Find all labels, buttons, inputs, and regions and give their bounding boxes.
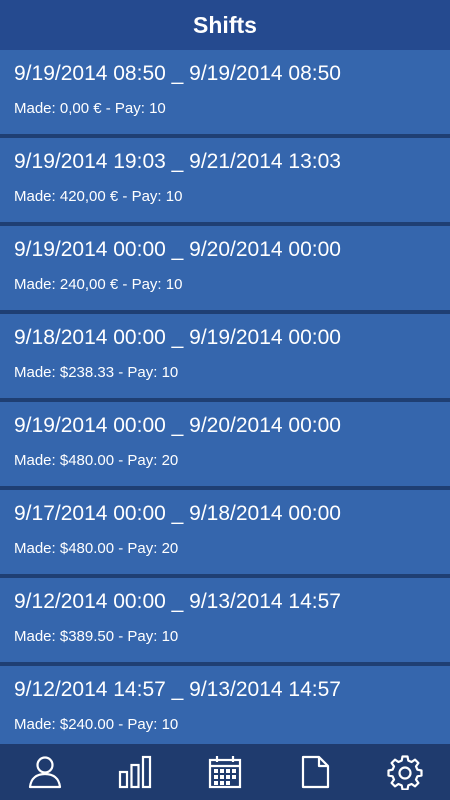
calendar-icon (208, 756, 242, 789)
shift-dates: 9/17/2014 00:00 _ 9/18/2014 00:00 (14, 502, 341, 525)
document-icon (301, 755, 330, 789)
shifts-list[interactable]: 9/19/2014 08:50 _ 9/19/2014 08:50 Made: … (0, 50, 450, 744)
app-header: Shifts (0, 0, 450, 50)
shift-earnings: Made: $238.33 - Pay: 10 (14, 364, 179, 381)
shift-dates: 9/12/2014 00:00 _ 9/13/2014 14:57 (14, 590, 341, 613)
nav-document-button[interactable] (285, 744, 345, 800)
settings-gear-icon (387, 755, 423, 790)
shift-dates: 9/19/2014 19:03 _ 9/21/2014 13:03 (14, 150, 341, 173)
shift-earnings: Made: 240,00 € - Pay: 10 (14, 276, 183, 293)
page-title: Shifts (193, 11, 257, 38)
shift-row[interactable]: 9/12/2014 00:00 _ 9/13/2014 14:57 Made: … (0, 578, 450, 666)
shift-earnings: Made: $480.00 - Pay: 20 (14, 540, 179, 557)
shift-row[interactable]: 9/18/2014 00:00 _ 9/19/2014 00:00 Made: … (0, 314, 450, 402)
shift-row[interactable]: 9/17/2014 00:00 _ 9/18/2014 00:00 Made: … (0, 490, 450, 578)
nav-settings-button[interactable] (375, 744, 435, 800)
shift-dates: 9/19/2014 00:00 _ 9/20/2014 00:00 (14, 414, 341, 437)
shift-earnings: Made: $240.00 - Pay: 10 (14, 716, 179, 733)
nav-stats-button[interactable] (105, 744, 165, 800)
shift-row[interactable]: 9/19/2014 00:00 _ 9/20/2014 00:00 Made: … (0, 402, 450, 490)
bottom-navigation (0, 744, 450, 800)
shift-row[interactable]: 9/19/2014 00:00 _ 9/20/2014 00:00 Made: … (0, 226, 450, 314)
shift-row[interactable]: 9/12/2014 14:57 _ 9/13/2014 14:57 Made: … (0, 666, 450, 744)
bar-chart-icon (118, 755, 152, 789)
shift-dates: 9/18/2014 00:00 _ 9/19/2014 00:00 (14, 326, 341, 349)
shift-row[interactable]: 9/19/2014 08:50 _ 9/19/2014 08:50 Made: … (0, 50, 450, 138)
shift-row[interactable]: 9/19/2014 19:03 _ 9/21/2014 13:03 Made: … (0, 138, 450, 226)
nav-calendar-button[interactable] (195, 744, 255, 800)
user-icon (28, 756, 62, 789)
shift-earnings: Made: 420,00 € - Pay: 10 (14, 188, 183, 205)
shift-dates: 9/19/2014 00:00 _ 9/20/2014 00:00 (14, 238, 341, 261)
shift-earnings: Made: $480.00 - Pay: 20 (14, 452, 179, 469)
shift-dates: 9/12/2014 14:57 _ 9/13/2014 14:57 (14, 678, 341, 701)
shift-earnings: Made: $389.50 - Pay: 10 (14, 628, 179, 645)
shift-dates: 9/19/2014 08:50 _ 9/19/2014 08:50 (14, 62, 341, 85)
nav-profile-button[interactable] (15, 744, 75, 800)
shift-earnings: Made: 0,00 € - Pay: 10 (14, 100, 166, 117)
